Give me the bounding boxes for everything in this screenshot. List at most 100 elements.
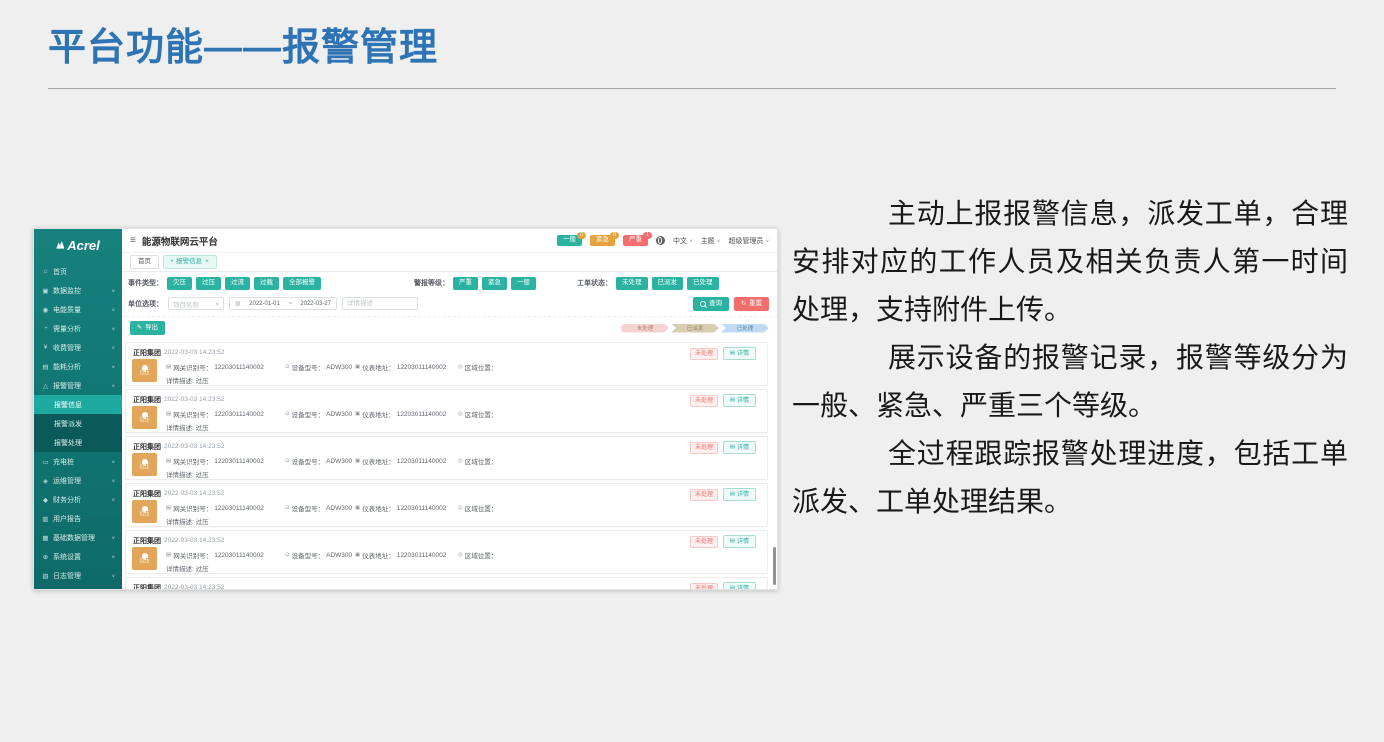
sidebar-item-ops-management[interactable]: ◈运维管理∨	[34, 471, 122, 490]
date-range-picker[interactable]: ▦ 2022-01-01 ~ 2022-03-27	[229, 297, 337, 310]
meter-address-label: 仪表地址：	[362, 362, 395, 372]
alarm-type-badge: 过压	[132, 500, 157, 523]
reset-button[interactable]: ↻ 重置	[734, 297, 769, 311]
project-select[interactable]: 项目名称 ∨	[168, 297, 224, 310]
chevron-down-icon: ∨	[111, 535, 115, 540]
system-settings-icon: ⊕	[41, 553, 50, 561]
area-location-label: 区域位置：	[465, 456, 498, 466]
scrollbar-thumb[interactable]	[773, 547, 776, 585]
row-company: 正阳集团	[133, 536, 161, 546]
chevron-down-icon: ∨	[111, 459, 115, 464]
tab-home[interactable]: 首页	[130, 255, 159, 269]
row-detail-button[interactable]: ▤ 详情	[723, 347, 756, 360]
row-company: 正阳集团	[133, 348, 161, 358]
order-status-button-1[interactable]: 已派发	[652, 277, 684, 290]
row-detail-button[interactable]: ▤ 详情	[723, 394, 756, 407]
sidebar-item-system-settings[interactable]: ⊕系统设置∨	[34, 547, 122, 566]
sidebar-item-alarm-dispatch[interactable]: 报警派发	[34, 414, 122, 433]
sidebar-item-label: 需量分析	[53, 324, 81, 334]
description-paragraph: 展示设备的报警记录，报警等级分为一般、紧急、严重三个等级。	[792, 334, 1348, 430]
sidebar-item-energy-analysis[interactable]: ▤能耗分析∨	[34, 357, 122, 376]
description-paragraph: 主动上报报警信息，派发工单，合理安排对应的工作人员及相关负责人第一时间处理，支持…	[792, 190, 1348, 334]
sidebar-item-user-report[interactable]: ▥用户报告	[34, 509, 122, 528]
sidebar-item-data-monitor[interactable]: ▣数据监控∨	[34, 281, 122, 300]
sidebar-item-demand-analysis[interactable]: ◔需量分析∨	[34, 319, 122, 338]
meter-address-value: 12203011140002	[397, 505, 447, 512]
sidebar-item-finance-analysis[interactable]: ◆财务分析∨	[34, 490, 122, 509]
tab-alarm-info[interactable]: •报警信息×	[163, 255, 217, 269]
chevron-down-icon: ∨	[111, 554, 115, 559]
step-pending[interactable]: 未处理	[621, 324, 669, 333]
theme-select[interactable]: 主题 ∨	[701, 236, 721, 246]
field-detail-desc: 详情描述: 过压	[166, 516, 209, 526]
row-detail-button[interactable]: ▤ 详情	[723, 441, 756, 454]
language-select[interactable]: 中文 ∨	[673, 236, 693, 246]
event-type-button-1[interactable]: 过压	[196, 277, 221, 290]
close-icon[interactable]: ×	[205, 259, 209, 266]
alarm-row: 正阳集团 2022-03-03 14:23:52 过压 ▤ 网关识别号： 122…	[125, 389, 768, 433]
alarm-level-button-2[interactable]: 一般	[511, 277, 536, 290]
user-menu[interactable]: 超级管理员 ∨	[728, 236, 769, 246]
alarm-type-label: 过压	[139, 371, 149, 376]
alarm-level-button-0[interactable]: 严重	[453, 277, 478, 290]
description-input[interactable]	[342, 297, 418, 310]
search-button[interactable]: 查询	[693, 297, 729, 311]
sidebar-item-alarm-handle[interactable]: 报警处理	[34, 433, 122, 452]
sidebar-item-fee-management[interactable]: ¥收费管理∨	[34, 338, 122, 357]
detail-desc-value: 过压	[196, 472, 209, 479]
gateway-label: 网关识别号：	[173, 550, 212, 560]
alarm-level-button-1[interactable]: 紧急	[482, 277, 507, 290]
device-model-value: ADW300	[326, 458, 352, 465]
sidebar-item-base-data[interactable]: ▦基础数据管理∨	[34, 528, 122, 547]
order-status-button-0[interactable]: 未处理	[616, 277, 648, 290]
area-location-icon: ◎	[458, 411, 463, 417]
event-type-button-4[interactable]: 全部报警	[283, 277, 321, 290]
order-status-button-2[interactable]: 已处理	[687, 277, 719, 290]
detail-button-label: 详情	[737, 539, 749, 545]
alarm-level-badge-critical[interactable]: 严重1	[623, 235, 648, 247]
collapse-menu-icon[interactable]: ≡	[130, 235, 136, 246]
detail-desc-label: 详情描述:	[166, 425, 196, 432]
field-device-model: ⊙ 设备型号： ADW300	[285, 503, 352, 513]
area-location-label: 区域位置：	[465, 409, 498, 419]
order-status-label: 工单状态：	[577, 278, 612, 288]
alarm-level-badge-urgent[interactable]: 紧急0	[590, 235, 615, 247]
step-done[interactable]: 已处理	[721, 324, 769, 333]
filter-panel: 事件类型： 欠压过压过流过载全部报警 警报等级： 严重紧急一般 工单状态： 未处…	[122, 272, 777, 317]
filter-group-order-status: 工单状态： 未处理已派发已处理	[577, 277, 719, 290]
event-type-button-0[interactable]: 欠压	[167, 277, 192, 290]
alarm-type-label: 过压	[139, 512, 149, 517]
app-title: 能源物联网云平台	[142, 234, 218, 248]
alarm-row: 正阳集团 2022-03-03 14:23:52 过压 ▤ 网关识别号： 122…	[125, 436, 768, 480]
sidebar-item-alarm-management[interactable]: △报警管理∧	[34, 376, 122, 395]
sidebar-item-alarm-info[interactable]: 报警信息	[34, 395, 122, 414]
acrel-logo: Acrel	[34, 232, 122, 258]
row-company: 正阳集团	[133, 583, 161, 589]
event-type-button-3[interactable]: 过载	[254, 277, 279, 290]
sidebar-item-log-management[interactable]: ▧日志管理∨	[34, 566, 122, 585]
acrel-logo-icon	[56, 241, 64, 249]
meter-address-value: 12203011140002	[397, 364, 447, 371]
device-model-icon: ⊙	[285, 364, 290, 370]
export-button[interactable]: ✎ 导出	[130, 321, 165, 335]
chevron-down-icon: ∨	[111, 307, 115, 312]
alarm-row: 正阳集团 2022-03-03 14:23:52 过压 ▤ 网关识别号： 122…	[125, 530, 768, 574]
app-sidebar: Acrel ⌂首页▣数据监控∨◉电能质量∨◔需量分析∨¥收费管理∨▤能耗分析∨△…	[34, 229, 122, 589]
row-detail-button[interactable]: ▤ 详情	[723, 488, 756, 501]
alarm-level-badge-general[interactable]: 一般0	[557, 235, 582, 247]
device-model-icon: ⊙	[285, 458, 290, 464]
step-dispatched[interactable]: 已派发	[671, 324, 719, 333]
event-type-button-2[interactable]: 过流	[225, 277, 250, 290]
language-globe-icon[interactable]	[656, 236, 665, 245]
detail-icon: ▤	[730, 445, 735, 451]
field-detail-desc: 详情描述: 过压	[166, 563, 209, 573]
sidebar-item-charging-pile[interactable]: ▭充电桩∨	[34, 452, 122, 471]
gateway-value: 12203011140002	[214, 552, 264, 559]
detail-desc-label: 详情描述:	[166, 566, 196, 573]
row-detail-button[interactable]: ▤ 详情	[723, 535, 756, 548]
field-area-location: ◎ 区域位置：	[458, 503, 499, 513]
sidebar-item-power-quality[interactable]: ◉电能质量∨	[34, 300, 122, 319]
sidebar-item-home[interactable]: ⌂首页	[34, 262, 122, 281]
row-detail-button[interactable]: ▤ 详情	[723, 582, 756, 589]
device-model-value: ADW300	[326, 364, 352, 371]
